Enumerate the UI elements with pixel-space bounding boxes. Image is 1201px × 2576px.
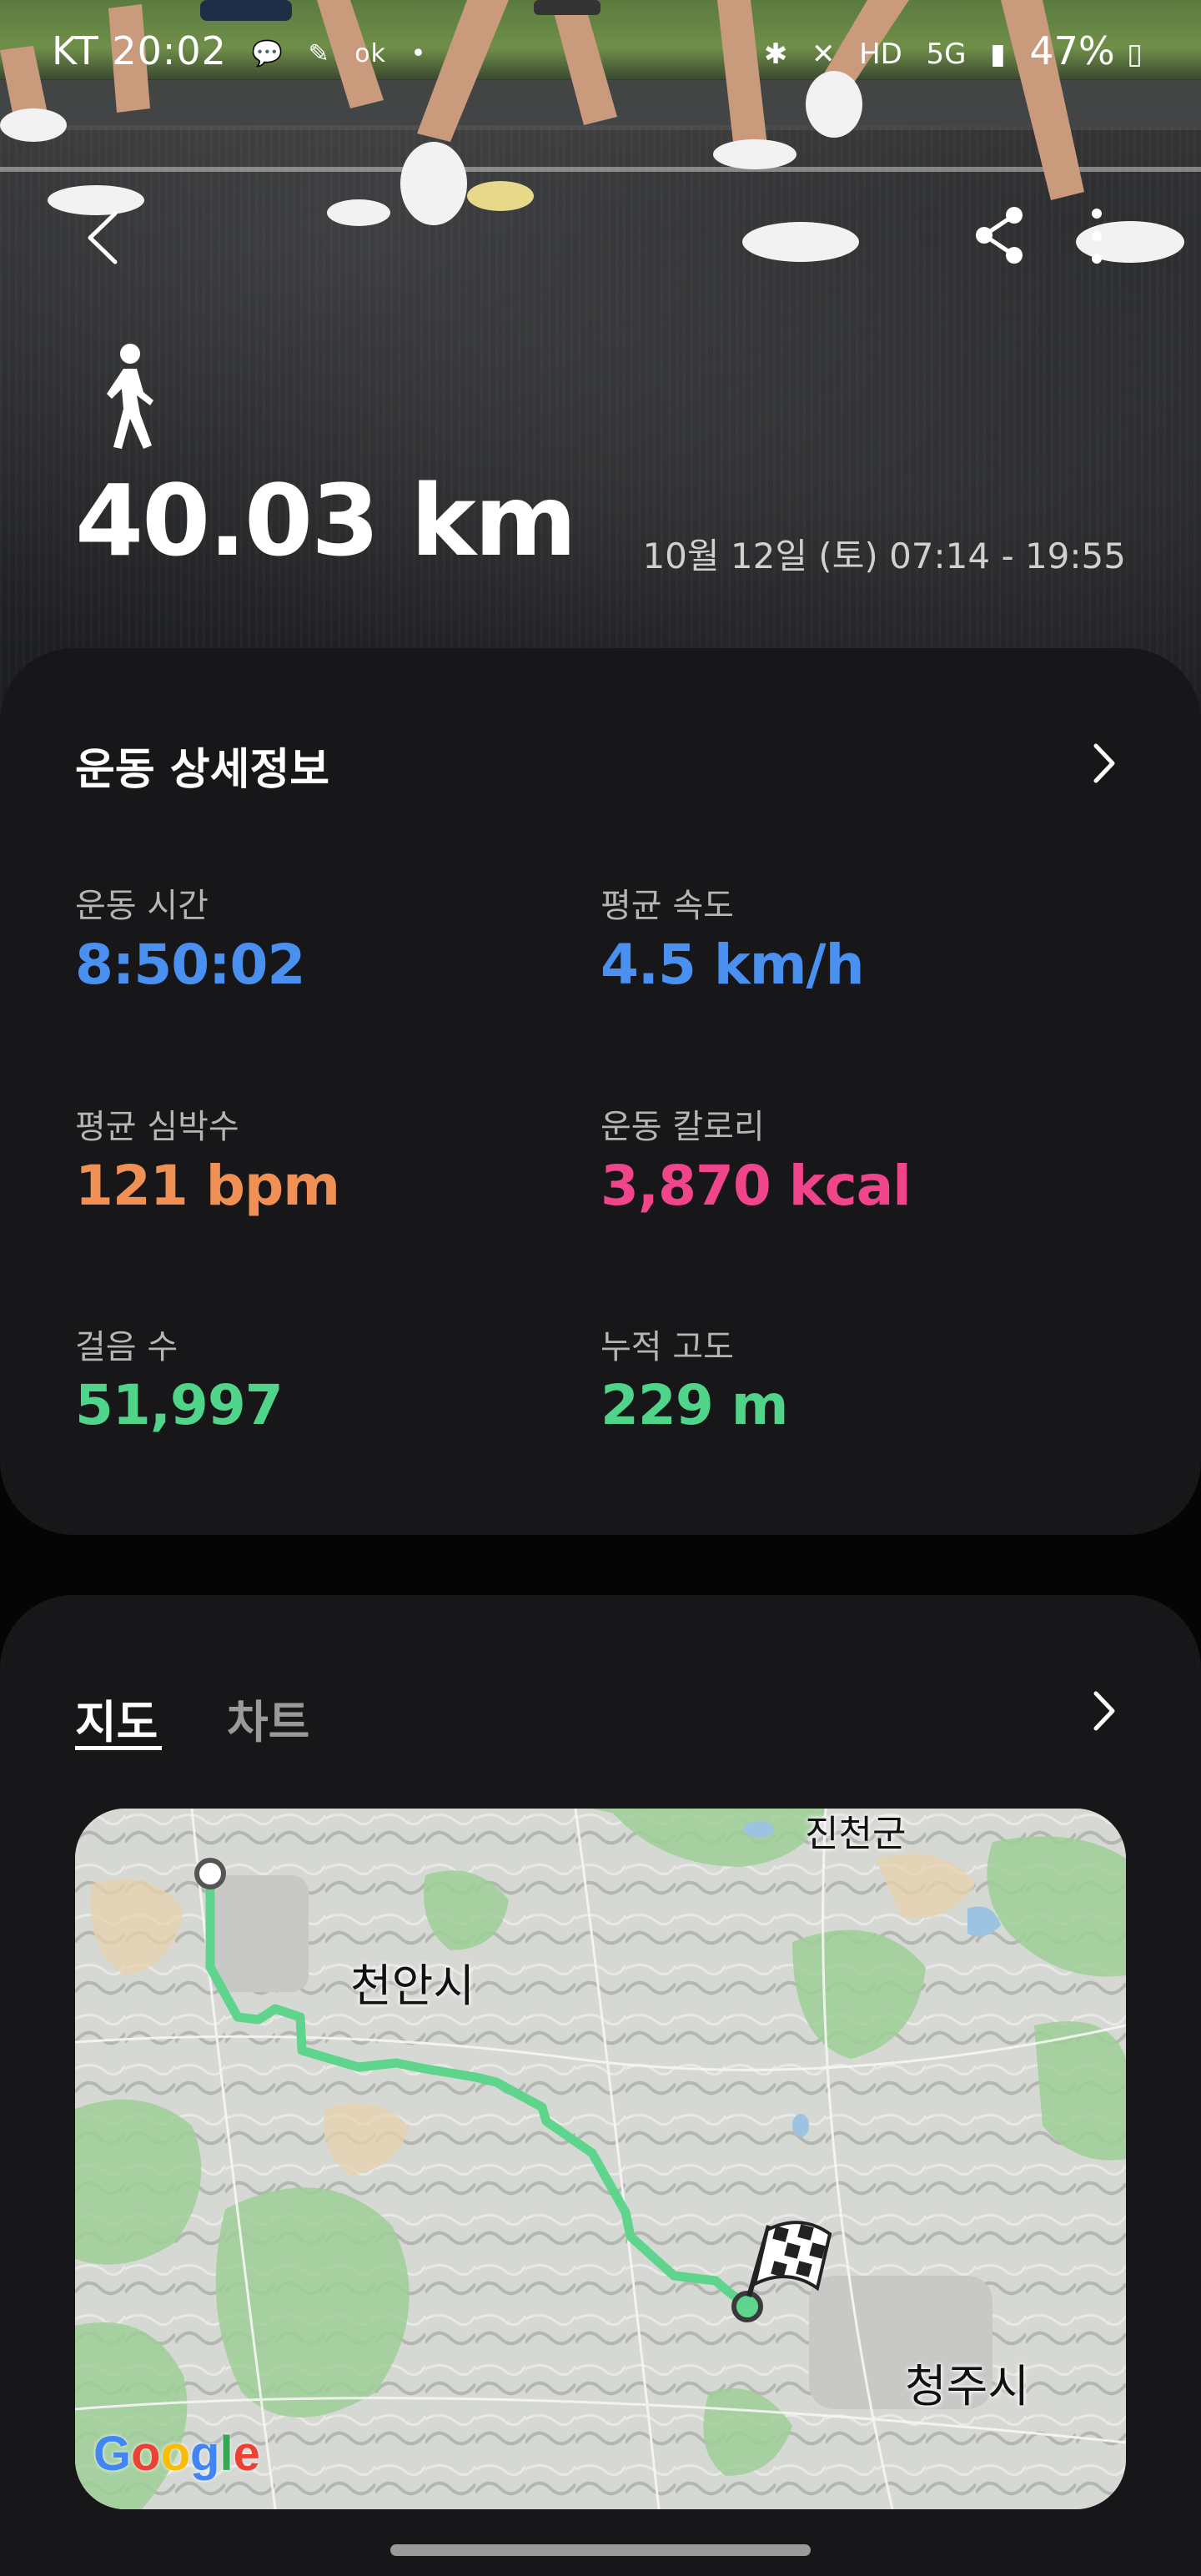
bluetooth-icon: ✱ [763, 37, 788, 71]
map-label-jincheon: 진천군 [805, 1813, 907, 1855]
status-left: KT 20:02 💬 ✎ ok • [52, 28, 426, 73]
stat-label-calories: 운동 칼로리 [600, 1108, 765, 1146]
map-chevron-right-icon[interactable] [1083, 1682, 1124, 1740]
distance-value: 40.03 km [75, 463, 577, 578]
back-button[interactable] [75, 200, 133, 275]
stat-label-steps: 걸음 수 [75, 1328, 178, 1366]
ok-icon: ok [354, 39, 386, 68]
stat-value-calories: 3,870 kcal [600, 1154, 912, 1218]
5g-icon: 5G [926, 37, 967, 71]
battery-percent: 47% [1029, 28, 1115, 73]
stat-label-elevation: 누적 고도 [600, 1328, 734, 1366]
stat-label-duration: 운동 시간 [75, 887, 209, 925]
tab-map[interactable]: 지도 [75, 1685, 158, 1751]
home-indicator[interactable] [390, 2544, 811, 2556]
stat-label-avg-speed: 평균 속도 [600, 887, 734, 925]
route-end-marker [731, 2291, 763, 2322]
walking-person-icon [107, 344, 153, 449]
signal-icon: ▮ [990, 37, 1006, 71]
talk-icon: 💬 [251, 39, 284, 68]
carrier-time: KT 20:02 [52, 28, 227, 73]
stat-value-duration: 8:50:02 [75, 933, 305, 997]
stat-value-elevation: 229 m [600, 1373, 789, 1437]
tab-chart[interactable]: 차트 [227, 1685, 309, 1751]
route-map[interactable]: 진천군 천안시 청주시 Google [75, 1809, 1126, 2509]
more-options-button[interactable] [1076, 199, 1118, 274]
details-chevron-right-icon[interactable] [1083, 734, 1124, 792]
map-label-cheongju: 청주시 [905, 2360, 1030, 2412]
hero-banner: KT 20:02 💬 ✎ ok • ✱ ✕ HD 5G ▮ 47% ▯ 40.0… [0, 0, 1201, 751]
workout-datetime: 10월 12일 (토) 07:14 - 19:55 [642, 536, 1126, 576]
hd-icon: HD [859, 37, 902, 71]
route-start-marker [194, 1858, 226, 1889]
status-right: ✱ ✕ HD 5G ▮ 47% ▯ [764, 28, 1154, 73]
map-label-cheonan: 천안시 [350, 1960, 475, 2012]
share-button[interactable] [967, 200, 1034, 267]
stat-value-avg-heart-rate: 121 bpm [75, 1154, 340, 1218]
stat-value-steps: 51,997 [75, 1373, 284, 1437]
status-bar: KT 20:02 💬 ✎ ok • ✱ ✕ HD 5G ▮ 47% ▯ [0, 0, 1201, 100]
google-logo: Google [93, 2427, 260, 2481]
tab-map-underline [75, 1746, 162, 1750]
stat-label-avg-heart-rate: 평균 심박수 [75, 1108, 239, 1146]
dot-icon: • [410, 39, 427, 68]
details-title: 운동 상세정보 [75, 745, 330, 795]
feather-icon: ✎ [308, 39, 330, 68]
mute-icon: ✕ [811, 37, 836, 71]
battery-icon: ▯ [1127, 37, 1143, 71]
stat-value-avg-speed: 4.5 km/h [600, 933, 865, 997]
